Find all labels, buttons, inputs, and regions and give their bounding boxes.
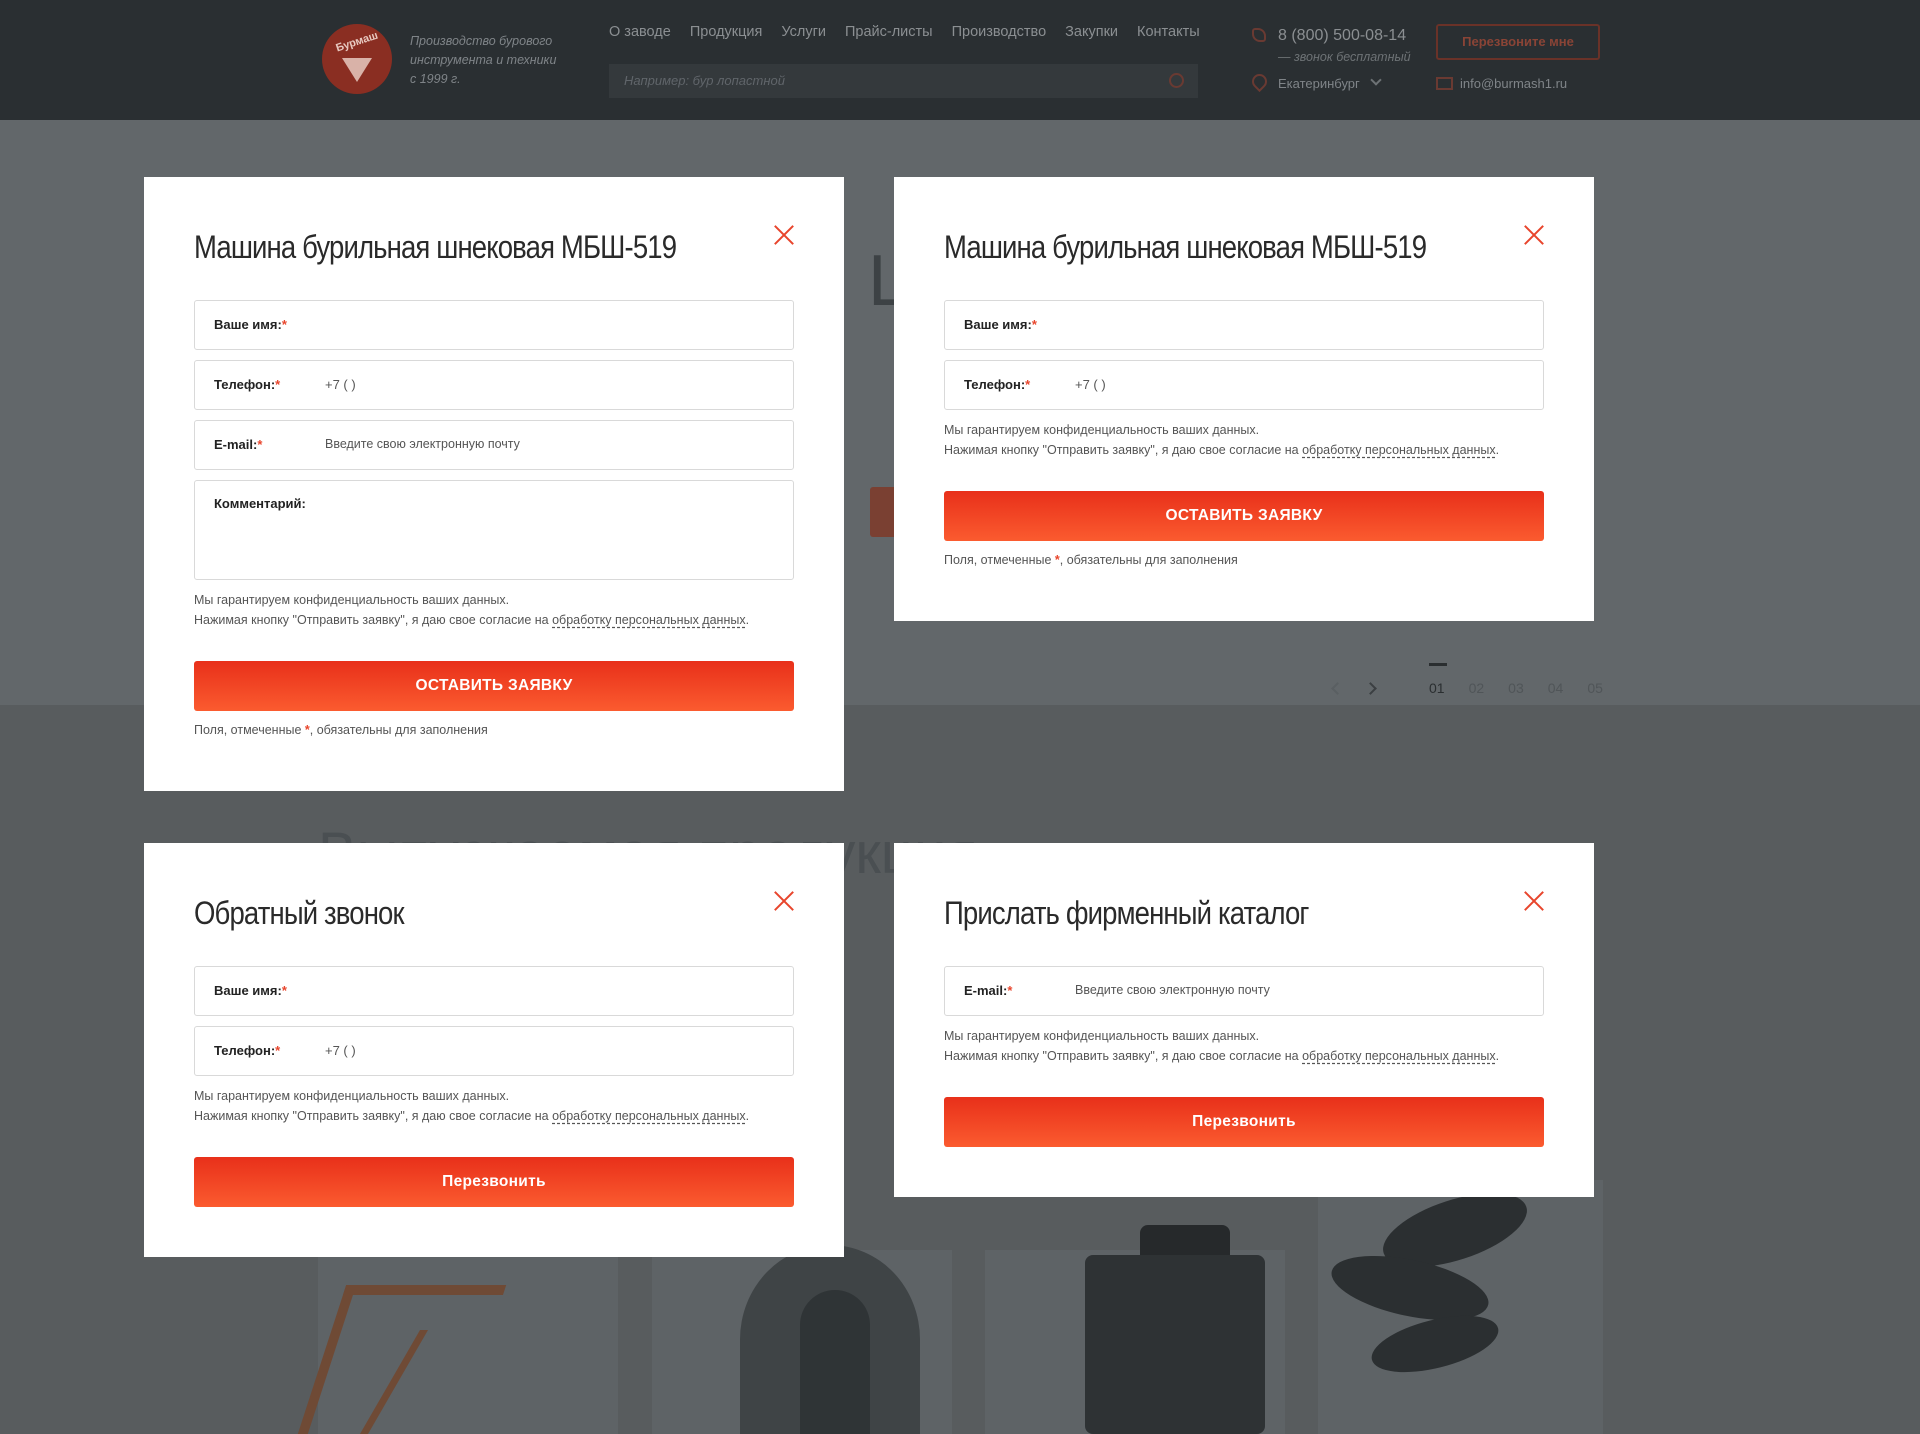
field-label: E-mail:* <box>964 983 1013 998</box>
email-placeholder: Введите свою электронную почту <box>325 437 520 451</box>
required-mark: * <box>1025 377 1031 392</box>
callback-submit-button[interactable]: Перезвонить <box>194 1157 794 1207</box>
privacy-notice: Мы гарантируем конфиденциальность ваших … <box>944 423 1500 457</box>
catalog-submit-button[interactable]: Перезвонить <box>944 1097 1544 1147</box>
close-icon[interactable] <box>1524 225 1544 245</box>
callback-modal: Обратный звонок Ваше имя:* Телефон:* +7 … <box>144 843 844 1257</box>
product-image-wheel-hub <box>800 1290 870 1434</box>
order-modal-full: Машина бурильная шнековая МБШ-519 Ваше и… <box>144 177 844 791</box>
name-field[interactable]: Ваше имя:* <box>194 300 794 350</box>
required-mark: * <box>281 317 287 332</box>
company-logo[interactable]: Бурмаш <box>322 24 392 94</box>
field-label: Телефон:* <box>214 1043 281 1058</box>
order-modal-short: Машина бурильная шнековая МБШ-519 Ваше и… <box>894 177 1594 621</box>
search-placeholder: Например: бур лопастной <box>624 73 785 88</box>
nav-item-about[interactable]: О заводе <box>609 24 671 40</box>
logo-triangle-icon <box>342 58 372 82</box>
field-label: Телефон:* <box>964 377 1031 392</box>
phone-field[interactable]: Телефон:* +7 ( ) <box>194 360 794 410</box>
privacy-link[interactable]: обработку персональных данных <box>1302 1049 1495 1063</box>
close-icon[interactable] <box>1524 891 1544 911</box>
modal-title: Машина бурильная шнековая МБШ-519 <box>944 229 1427 265</box>
mail-icon <box>1436 77 1453 90</box>
slider-page[interactable]: 05 <box>1587 680 1603 696</box>
submit-order-button[interactable]: ОСТАВИТЬ ЗАЯВКУ <box>194 661 794 711</box>
phone-note: — звонок бесплатный <box>1278 50 1411 64</box>
close-icon[interactable] <box>774 891 794 911</box>
nav-item-services[interactable]: Услуги <box>781 24 826 40</box>
field-label: E-mail:* <box>214 437 263 452</box>
required-mark: * <box>275 1043 281 1058</box>
required-mark: * <box>275 377 281 392</box>
phone-icon <box>1252 28 1266 42</box>
nav-item-purchases[interactable]: Закупки <box>1065 24 1118 40</box>
phone-prefix: +7 ( ) <box>325 377 356 392</box>
field-label: Телефон:* <box>214 377 281 392</box>
slider-page[interactable]: 02 <box>1469 680 1485 696</box>
submit-order-button[interactable]: ОСТАВИТЬ ЗАЯВКУ <box>944 491 1544 541</box>
slider-page[interactable]: 01 <box>1429 663 1447 696</box>
name-field[interactable]: Ваше имя:* <box>194 966 794 1016</box>
required-mark: * <box>1031 317 1037 332</box>
company-tagline: Производство бурового инструмента и техн… <box>410 34 557 86</box>
chevron-down-icon[interactable] <box>1370 74 1382 86</box>
required-fields-note: Поля, отмеченные *, обязательны для запо… <box>944 553 1238 567</box>
nav-item-prices[interactable]: Прайс-листы <box>845 24 933 40</box>
privacy-link[interactable]: обработку персональных данных <box>1302 443 1495 457</box>
email-field[interactable]: E-mail:* Введите свою электронную почту <box>944 966 1544 1016</box>
field-label: Ваше имя:* <box>964 317 1037 332</box>
privacy-link[interactable]: обработку персональных данных <box>552 613 745 627</box>
search-icon[interactable] <box>1169 73 1184 88</box>
slider-page[interactable]: 04 <box>1548 680 1564 696</box>
field-label: Комментарий: <box>214 496 306 511</box>
header-phone[interactable]: 8 (800) 500-08-14 <box>1278 27 1406 45</box>
header-email[interactable]: info@burmash1.ru <box>1460 76 1567 91</box>
close-icon[interactable] <box>774 225 794 245</box>
email-field[interactable]: E-mail:* Введите свою электронную почту <box>194 420 794 470</box>
phone-field[interactable]: Телефон:* +7 ( ) <box>194 1026 794 1076</box>
phone-prefix: +7 ( ) <box>325 1043 356 1058</box>
slider-pagination: 01 02 03 04 05 <box>1331 663 1603 696</box>
required-mark: * <box>257 437 263 452</box>
callback-button[interactable]: Перезвоните мне <box>1436 24 1600 60</box>
name-field[interactable]: Ваше имя:* <box>944 300 1544 350</box>
modal-title: Прислать фирменный каталог <box>944 895 1309 931</box>
privacy-notice: Мы гарантируем конфиденциальность ваших … <box>944 1029 1500 1063</box>
modal-title: Машина бурильная шнековая МБШ-519 <box>194 229 677 265</box>
nav-item-products[interactable]: Продукция <box>690 24 763 40</box>
field-label: Ваше имя:* <box>214 317 287 332</box>
modal-title: Обратный звонок <box>194 895 405 931</box>
slider-prev-arrow-icon[interactable] <box>1331 681 1344 695</box>
email-placeholder: Введите свою электронную почту <box>1075 983 1270 997</box>
required-mark: * <box>281 983 287 998</box>
required-mark: * <box>1007 983 1013 998</box>
logo-text: Бурмаш <box>334 29 380 55</box>
search-input[interactable]: Например: бур лопастной <box>609 64 1198 98</box>
city-selector[interactable]: Екатеринбург <box>1278 76 1360 91</box>
catalog-modal: Прислать фирменный каталог E-mail:* Введ… <box>894 843 1594 1197</box>
required-fields-note: Поля, отмеченные *, обязательны для запо… <box>194 723 488 737</box>
privacy-notice: Мы гарантируем конфиденциальность ваших … <box>194 1089 750 1123</box>
product-image-gearbox <box>1085 1255 1265 1434</box>
nav-item-production[interactable]: Производство <box>952 24 1047 40</box>
privacy-notice: Мы гарантируем конфиденциальность ваших … <box>194 593 750 627</box>
location-pin-icon <box>1248 70 1271 93</box>
site-header: Бурмаш Производство бурового инструмента… <box>0 0 1920 120</box>
nav-item-contacts[interactable]: Контакты <box>1137 24 1200 40</box>
slider-page[interactable]: 03 <box>1508 680 1524 696</box>
privacy-link[interactable]: обработку персональных данных <box>552 1109 745 1123</box>
comment-textarea[interactable]: Комментарий: <box>194 480 794 580</box>
phone-field[interactable]: Телефон:* +7 ( ) <box>944 360 1544 410</box>
main-nav: О заводе Продукция Услуги Прайс-листы Пр… <box>609 24 1200 40</box>
slider-next-arrow-icon[interactable] <box>1364 681 1377 695</box>
field-label: Ваше имя:* <box>214 983 287 998</box>
phone-prefix: +7 ( ) <box>1075 377 1106 392</box>
